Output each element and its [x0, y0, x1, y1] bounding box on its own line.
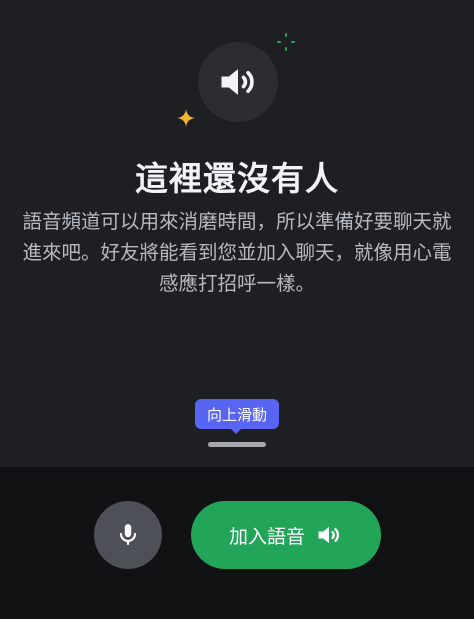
description-line: 語音頻道可以用來消磨時間，所以準備好要聊天就 [22, 210, 452, 233]
join-voice-button[interactable]: 加入語音 [191, 501, 381, 569]
empty-state-title: 這裡還沒有人 [135, 159, 339, 198]
description-line: 進來吧。好友將能看到您並加入聊天，就像用心電 [22, 241, 452, 264]
empty-state-description: 語音頻道可以用來消磨時間，所以準備好要聊天就 進來吧。好友將能看到您並加入聊天，… [20, 206, 454, 299]
speaker-icon [318, 526, 340, 544]
microphone-icon [119, 524, 137, 545]
microphone-button[interactable] [94, 501, 162, 569]
description-line: 感應打招呼一樣。 [158, 272, 315, 295]
sparkle-yellow-icon [177, 109, 195, 127]
tooltip-arrow [230, 428, 242, 434]
voice-channel-empty-area: 這裡還沒有人 語音頻道可以用來消磨時間，所以準備好要聊天就 進來吧。好友將能看到… [0, 0, 474, 467]
swipe-up-tooltip: 向上滑動 [195, 399, 279, 429]
speaker-illustration [198, 42, 278, 122]
join-voice-label: 加入語音 [228, 525, 305, 548]
speaker-icon [221, 69, 254, 95]
sparkle-green-icon [277, 33, 295, 51]
drag-handle[interactable] [208, 442, 266, 447]
